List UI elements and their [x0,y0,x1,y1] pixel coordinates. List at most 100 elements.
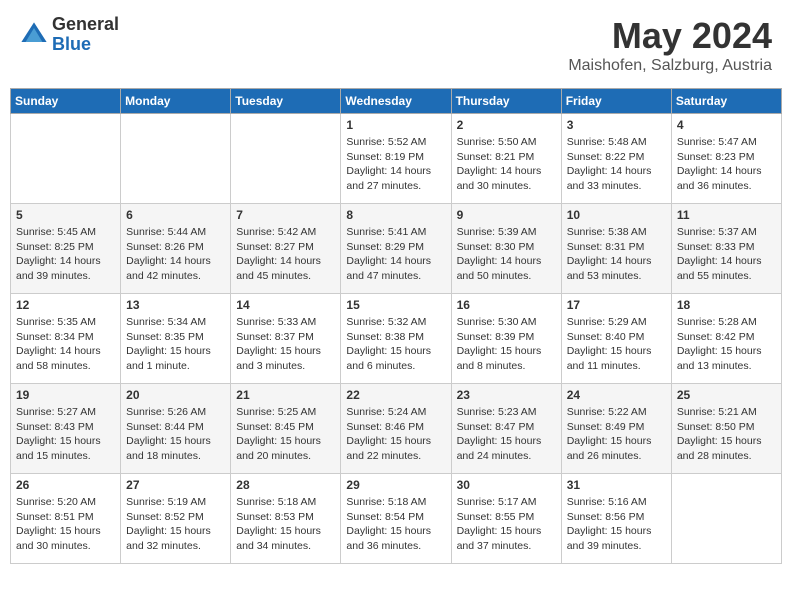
calendar-cell: 11 Sunrise: 5:37 AM Sunset: 8:33 PM Dayl… [671,204,781,294]
logo-general: General [52,15,119,35]
day-info: Sunrise: 5:34 AM Sunset: 8:35 PM Dayligh… [126,315,225,374]
day-info: Sunrise: 5:29 AM Sunset: 8:40 PM Dayligh… [567,315,666,374]
daylight-text: Daylight: 14 hours and 39 minutes. [16,255,101,282]
day-number: 4 [677,118,776,132]
sunrise-text: Sunrise: 5:44 AM [126,226,206,238]
day-number: 12 [16,298,115,312]
calendar-cell: 19 Sunrise: 5:27 AM Sunset: 8:43 PM Dayl… [11,384,121,474]
calendar-cell: 9 Sunrise: 5:39 AM Sunset: 8:30 PM Dayli… [451,204,561,294]
sunset-text: Sunset: 8:39 PM [457,331,535,343]
month-title: May 2024 [568,15,772,57]
calendar-cell: 7 Sunrise: 5:42 AM Sunset: 8:27 PM Dayli… [231,204,341,294]
sunrise-text: Sunrise: 5:32 AM [346,316,426,328]
sunrise-text: Sunrise: 5:37 AM [677,226,757,238]
calendar-cell: 26 Sunrise: 5:20 AM Sunset: 8:51 PM Dayl… [11,474,121,564]
day-number: 25 [677,388,776,402]
day-info: Sunrise: 5:24 AM Sunset: 8:46 PM Dayligh… [346,405,445,464]
daylight-text: Daylight: 15 hours and 1 minute. [126,345,211,372]
calendar-cell: 18 Sunrise: 5:28 AM Sunset: 8:42 PM Dayl… [671,294,781,384]
day-number: 19 [16,388,115,402]
day-info: Sunrise: 5:50 AM Sunset: 8:21 PM Dayligh… [457,135,556,194]
calendar-cell: 23 Sunrise: 5:23 AM Sunset: 8:47 PM Dayl… [451,384,561,474]
day-number: 10 [567,208,666,222]
sunset-text: Sunset: 8:40 PM [567,331,645,343]
day-number: 24 [567,388,666,402]
calendar-cell: 2 Sunrise: 5:50 AM Sunset: 8:21 PM Dayli… [451,114,561,204]
day-number: 18 [677,298,776,312]
calendar-week-row: 5 Sunrise: 5:45 AM Sunset: 8:25 PM Dayli… [11,204,782,294]
calendar-table: SundayMondayTuesdayWednesdayThursdayFrid… [10,88,782,564]
day-info: Sunrise: 5:47 AM Sunset: 8:23 PM Dayligh… [677,135,776,194]
sunset-text: Sunset: 8:30 PM [457,241,535,253]
sunset-text: Sunset: 8:38 PM [346,331,424,343]
daylight-text: Daylight: 14 hours and 36 minutes. [677,165,762,192]
calendar-cell: 16 Sunrise: 5:30 AM Sunset: 8:39 PM Dayl… [451,294,561,384]
calendar-cell: 17 Sunrise: 5:29 AM Sunset: 8:40 PM Dayl… [561,294,671,384]
day-number: 23 [457,388,556,402]
sunset-text: Sunset: 8:44 PM [126,421,204,433]
calendar-cell: 25 Sunrise: 5:21 AM Sunset: 8:50 PM Dayl… [671,384,781,474]
sunrise-text: Sunrise: 5:23 AM [457,406,537,418]
daylight-text: Daylight: 15 hours and 13 minutes. [677,345,762,372]
calendar-week-row: 12 Sunrise: 5:35 AM Sunset: 8:34 PM Dayl… [11,294,782,384]
sunset-text: Sunset: 8:50 PM [677,421,755,433]
weekday-header: Tuesday [231,89,341,114]
day-number: 26 [16,478,115,492]
day-number: 6 [126,208,225,222]
calendar-cell [231,114,341,204]
daylight-text: Daylight: 15 hours and 36 minutes. [346,525,431,552]
calendar-cell: 29 Sunrise: 5:18 AM Sunset: 8:54 PM Dayl… [341,474,451,564]
daylight-text: Daylight: 15 hours and 34 minutes. [236,525,321,552]
day-info: Sunrise: 5:21 AM Sunset: 8:50 PM Dayligh… [677,405,776,464]
calendar-cell: 1 Sunrise: 5:52 AM Sunset: 8:19 PM Dayli… [341,114,451,204]
calendar-cell: 24 Sunrise: 5:22 AM Sunset: 8:49 PM Dayl… [561,384,671,474]
day-number: 30 [457,478,556,492]
sunset-text: Sunset: 8:27 PM [236,241,314,253]
sunset-text: Sunset: 8:55 PM [457,511,535,523]
day-info: Sunrise: 5:38 AM Sunset: 8:31 PM Dayligh… [567,225,666,284]
daylight-text: Daylight: 14 hours and 27 minutes. [346,165,431,192]
day-info: Sunrise: 5:19 AM Sunset: 8:52 PM Dayligh… [126,495,225,554]
logo-icon [20,21,48,49]
day-number: 1 [346,118,445,132]
weekday-header-row: SundayMondayTuesdayWednesdayThursdayFrid… [11,89,782,114]
calendar-cell [121,114,231,204]
calendar-cell: 20 Sunrise: 5:26 AM Sunset: 8:44 PM Dayl… [121,384,231,474]
sunrise-text: Sunrise: 5:18 AM [346,496,426,508]
daylight-text: Daylight: 15 hours and 37 minutes. [457,525,542,552]
daylight-text: Daylight: 14 hours and 30 minutes. [457,165,542,192]
sunrise-text: Sunrise: 5:30 AM [457,316,537,328]
sunrise-text: Sunrise: 5:20 AM [16,496,96,508]
logo-blue: Blue [52,35,119,55]
day-info: Sunrise: 5:41 AM Sunset: 8:29 PM Dayligh… [346,225,445,284]
sunrise-text: Sunrise: 5:25 AM [236,406,316,418]
sunrise-text: Sunrise: 5:48 AM [567,136,647,148]
daylight-text: Daylight: 14 hours and 53 minutes. [567,255,652,282]
sunrise-text: Sunrise: 5:26 AM [126,406,206,418]
day-number: 28 [236,478,335,492]
day-number: 22 [346,388,445,402]
daylight-text: Daylight: 15 hours and 11 minutes. [567,345,652,372]
day-info: Sunrise: 5:37 AM Sunset: 8:33 PM Dayligh… [677,225,776,284]
day-info: Sunrise: 5:33 AM Sunset: 8:37 PM Dayligh… [236,315,335,374]
day-number: 11 [677,208,776,222]
sunset-text: Sunset: 8:47 PM [457,421,535,433]
daylight-text: Daylight: 15 hours and 39 minutes. [567,525,652,552]
sunset-text: Sunset: 8:43 PM [16,421,94,433]
sunrise-text: Sunrise: 5:38 AM [567,226,647,238]
page-header: General Blue May 2024 Maishofen, Salzbur… [10,10,782,80]
daylight-text: Daylight: 15 hours and 3 minutes. [236,345,321,372]
day-info: Sunrise: 5:16 AM Sunset: 8:56 PM Dayligh… [567,495,666,554]
calendar-cell: 28 Sunrise: 5:18 AM Sunset: 8:53 PM Dayl… [231,474,341,564]
sunrise-text: Sunrise: 5:52 AM [346,136,426,148]
sunset-text: Sunset: 8:25 PM [16,241,94,253]
calendar-week-row: 26 Sunrise: 5:20 AM Sunset: 8:51 PM Dayl… [11,474,782,564]
day-number: 31 [567,478,666,492]
sunrise-text: Sunrise: 5:42 AM [236,226,316,238]
day-number: 17 [567,298,666,312]
day-number: 13 [126,298,225,312]
calendar-cell [671,474,781,564]
daylight-text: Daylight: 15 hours and 6 minutes. [346,345,431,372]
day-number: 16 [457,298,556,312]
day-info: Sunrise: 5:17 AM Sunset: 8:55 PM Dayligh… [457,495,556,554]
